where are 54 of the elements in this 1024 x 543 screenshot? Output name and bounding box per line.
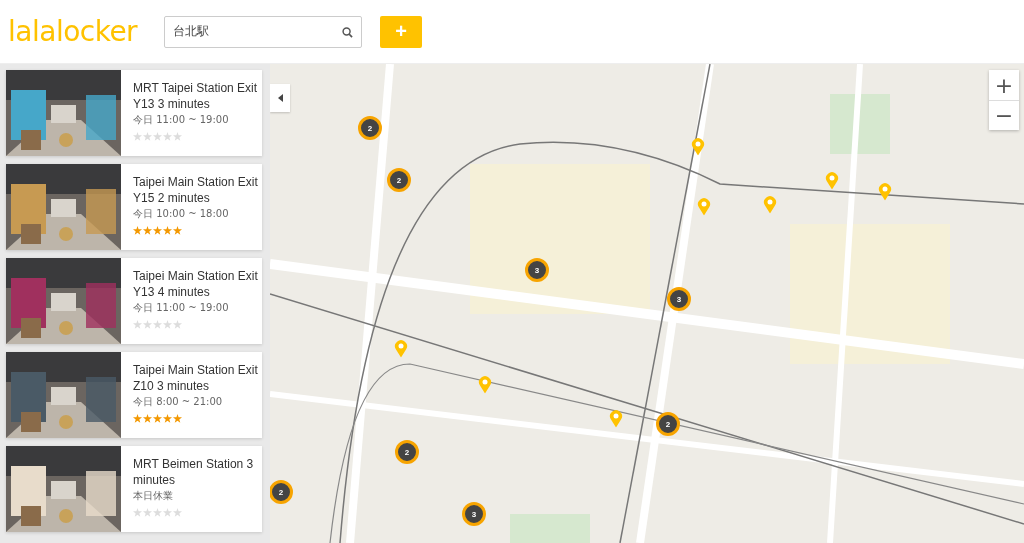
locker-title: Taipei Main Station Exit Y15 2 minutes: [133, 174, 259, 206]
zoom-out-button[interactable]: −: [989, 100, 1019, 130]
star-icon: [163, 320, 172, 329]
star-icon: [163, 508, 172, 517]
star-icon: [153, 414, 162, 423]
star-icon: [173, 508, 182, 517]
star-icon: [133, 320, 142, 329]
star-icon: [143, 508, 152, 517]
star-icon: [153, 320, 162, 329]
star-icon: [163, 226, 172, 235]
star-icon: [153, 132, 162, 141]
caret-icon: [277, 94, 283, 102]
opening-hours: 今日 10:00 ~ 18:00: [133, 207, 230, 221]
search-icon[interactable]: [342, 26, 353, 38]
pin-marker-icon[interactable]: [763, 195, 777, 214]
opening-hours: 今日 8:00 ~ 21:00: [133, 395, 224, 409]
pin-marker-icon[interactable]: [691, 137, 705, 156]
star-icon: [143, 320, 152, 329]
pin-marker-icon[interactable]: [697, 197, 711, 216]
star-icon: [163, 132, 172, 141]
star-icon: [153, 508, 162, 517]
star-icon: [163, 414, 172, 423]
star-icon: [173, 226, 182, 235]
star-icon: [173, 132, 182, 141]
locker-title: Taipei Main Station Exit Y13 4 minutes: [133, 268, 259, 300]
search-field[interactable]: 台北駅: [164, 15, 362, 48]
opening-hours: 今日 11:00 ~ 19:00: [133, 113, 230, 127]
locker-card[interactable]: MRT Taipei Station Exit Y13 3 minutes 今日 11:00 ~ 19:00: [6, 70, 262, 156]
star-icon: [133, 414, 142, 423]
pin-marker-icon[interactable]: [394, 339, 408, 358]
pin-marker-icon[interactable]: [478, 375, 492, 394]
locker-card[interactable]: Taipei Main Station Exit Y15 2 minutes 今日 10:00 ~ 18:00: [6, 164, 262, 250]
locker-title: MRT Taipei Station Exit Y13 3 minutes: [133, 80, 259, 112]
star-icon: [173, 414, 182, 423]
locker-card[interactable]: MRT Beimen Station 3 minutes 本日休業: [6, 446, 262, 532]
locker-card[interactable]: Taipei Main Station Exit Y13 4 minutes 今日 11:00 ~ 19:00: [6, 258, 262, 344]
opening-hours: 今日 11:00 ~ 19:00: [133, 301, 230, 315]
pin-marker-icon[interactable]: [878, 182, 892, 201]
opening-hours: 本日休業: [133, 489, 174, 503]
star-icon: [133, 508, 142, 517]
pin-marker-icon[interactable]: [609, 409, 623, 428]
locker-card[interactable]: Taipei Main Station Exit Z10 3 minutes 今日 8:00 ~ 21:00: [6, 352, 262, 438]
star-icon: [143, 132, 152, 141]
star-icon: [133, 226, 142, 235]
star-icon: [133, 132, 142, 141]
locker-title: Taipei Main Station Exit Z10 3 minutes: [133, 362, 259, 394]
collapse-sidebar-button[interactable]: [270, 84, 290, 112]
pin-marker-icon[interactable]: [825, 171, 839, 190]
star-icon: [173, 320, 182, 329]
locker-title: MRT Beimen Station 3 minutes: [133, 456, 255, 488]
star-icon: [153, 226, 162, 235]
star-icon: [143, 414, 152, 423]
zoom-in-button[interactable]: +: [989, 70, 1019, 100]
star-icon: [143, 226, 152, 235]
